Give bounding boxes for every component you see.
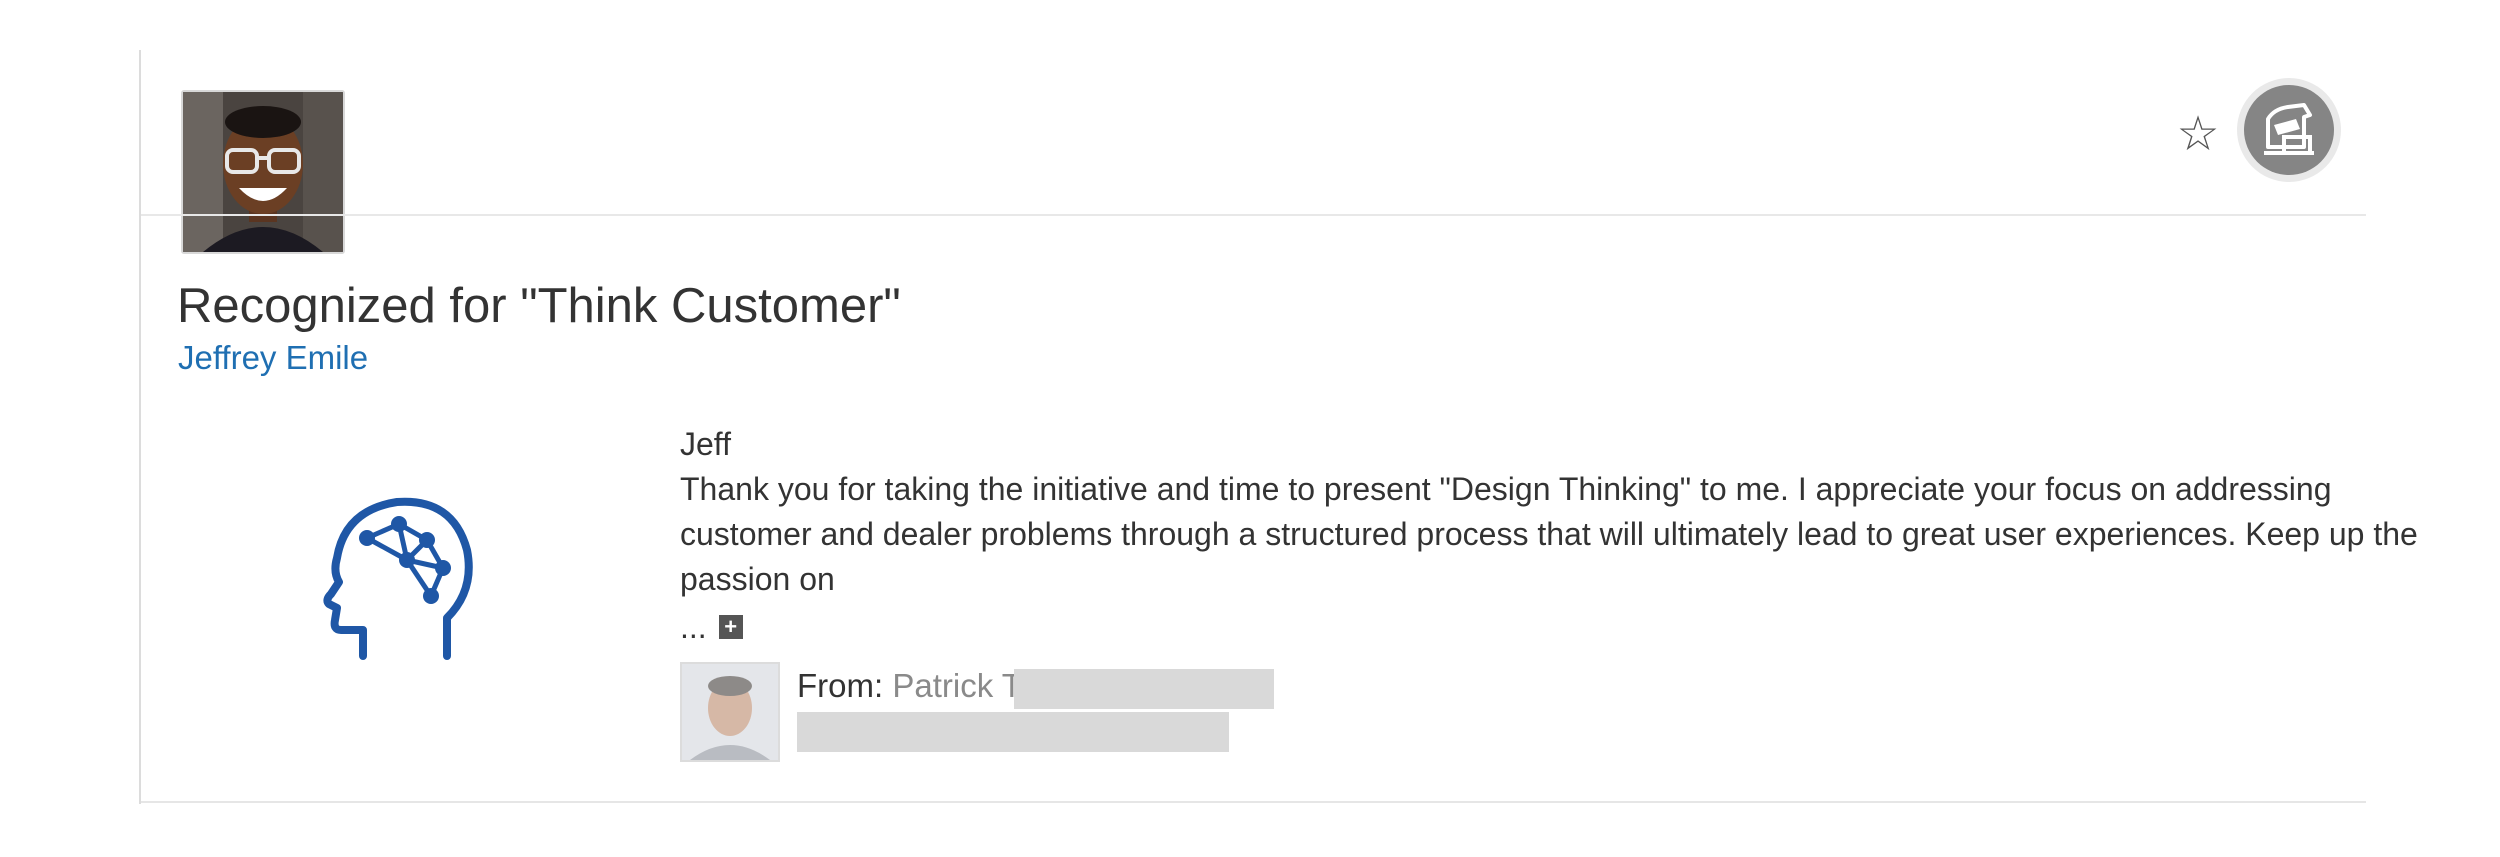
redacted-block (1014, 669, 1274, 709)
from-label: From: (797, 667, 884, 704)
sender-avatar[interactable] (680, 662, 780, 762)
favorite-star-icon[interactable]: ☆ (2173, 110, 2223, 160)
sender-name-link[interactable]: Patrick T (892, 667, 1022, 704)
sender-line: From: Patrick T (797, 662, 1022, 710)
read-more-row: ... + (680, 607, 743, 647)
message-salutation: Jeff (680, 426, 731, 462)
award-badge-icon[interactable] (2237, 78, 2341, 182)
message-body: Thank you for taking the initiative and … (680, 471, 2418, 597)
recognition-card: ☆ Recognized for "Think Customer" Jeffre… (139, 50, 2418, 804)
redacted-block (797, 712, 1229, 752)
recognition-title: Recognized for "Think Customer" (177, 279, 901, 333)
header-divider (141, 214, 2366, 216)
bottom-divider (141, 801, 2366, 803)
recipient-avatar[interactable] (181, 90, 345, 254)
brain-network-icon (323, 480, 483, 660)
recognition-message: Jeff Thank you for taking the initiative… (680, 422, 2460, 602)
message-ellipsis: ... (680, 608, 707, 645)
expand-message-button[interactable]: + (718, 615, 743, 639)
recipient-name-link[interactable]: Jeffrey Emile (178, 339, 368, 377)
